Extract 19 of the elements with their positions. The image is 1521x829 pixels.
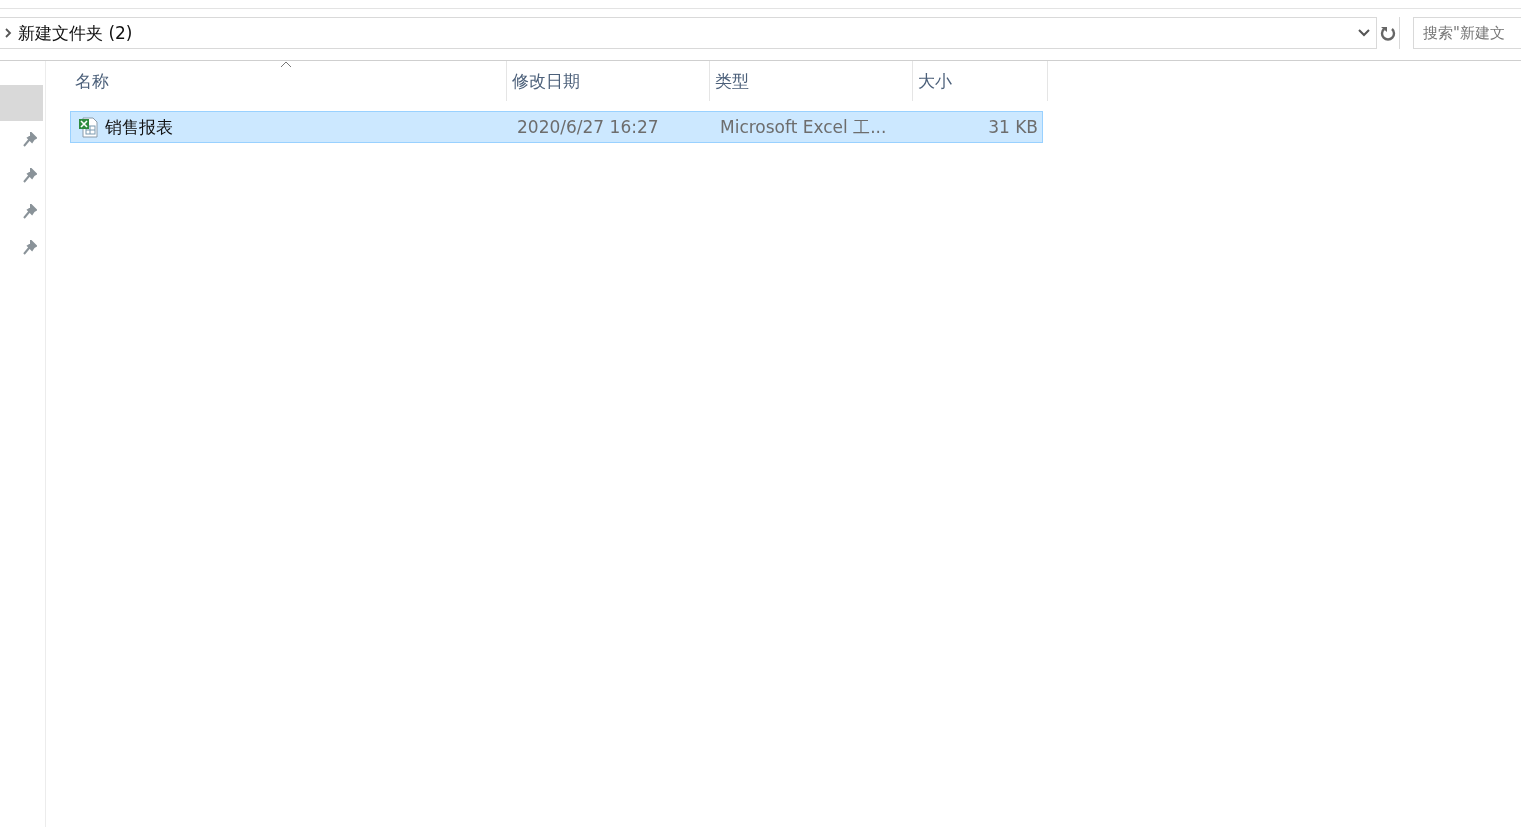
- column-header[interactable]: 名称: [75, 69, 109, 93]
- pin-icon: [23, 167, 37, 183]
- modified-date: 2020/6/27 16:27: [516, 117, 660, 137]
- chevron-right-icon[interactable]: [4, 28, 12, 38]
- refresh-icon: [1380, 24, 1396, 42]
- spreadsheet-file-icon: [77, 116, 99, 138]
- file-row[interactable]: 销售报表 2020/6/27 16:27 Microsoft Excel 工... 31 KB: [70, 111, 1043, 143]
- dropdown-chevron-icon[interactable]: [1358, 29, 1370, 37]
- column-header[interactable]: 大小: [918, 69, 952, 93]
- file-name: 销售报表: [105, 115, 173, 139]
- file-type: Microsoft Excel 工...: [719, 115, 888, 139]
- pin-icon: [23, 203, 37, 219]
- column-header[interactable]: 类型: [715, 69, 749, 93]
- file-size: 31 KB: [987, 117, 1039, 137]
- pin-icon: [23, 131, 37, 147]
- column-header[interactable]: 修改日期: [512, 69, 580, 93]
- pin-icon: [23, 239, 37, 255]
- address-path[interactable]: 新建文件夹 (2): [18, 21, 1358, 45]
- search-field[interactable]: 搜索"新建文: [1413, 17, 1521, 49]
